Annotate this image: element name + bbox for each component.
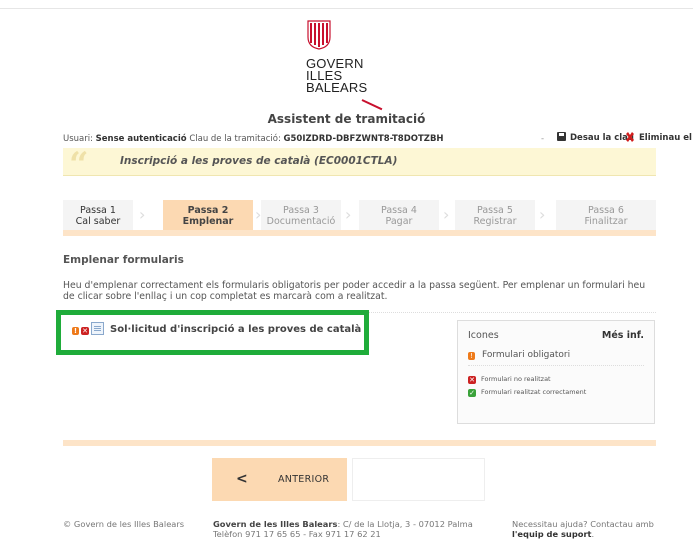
done-check-icon: ✓ [468, 389, 476, 397]
red-cross-icon [626, 132, 634, 142]
userbar-separator: - [541, 134, 545, 144]
key-value: G50IZDRD-DBFZWNT8-T8DOTZBH [283, 134, 444, 144]
delete-procedure-button[interactable]: Eliminau el tràmit [625, 132, 693, 143]
coat-of-arms-icon [307, 20, 331, 50]
mandatory-icon: ! [468, 352, 475, 360]
user-label: Usuari: [63, 134, 93, 144]
not-done-icon: ✕ [468, 376, 476, 384]
steps-underline [63, 230, 656, 236]
previous-button[interactable]: < ANTERIOR [212, 458, 347, 501]
logo-red-slash [361, 99, 383, 111]
footer-help: Necessitau ajuda? Contactau amb l'equip … [512, 519, 654, 539]
chevron-right-icon: › [345, 205, 352, 224]
key-label: Clau de la tramitació: [189, 134, 281, 144]
section-intro: Heu d'emplenar correctament els formular… [63, 280, 646, 302]
step-2[interactable]: Passa 2 Emplenar [163, 200, 253, 230]
step-1[interactable]: Passa 1 Cal saber [63, 200, 133, 230]
section-title: Emplenar formularis [63, 254, 184, 266]
procedure-banner: “ Inscripció a les proves de català (EC0… [63, 148, 656, 182]
floppy-disk-icon [557, 132, 566, 141]
chevron-right-icon: › [539, 205, 546, 224]
user-value: Sense autenticació [95, 134, 187, 144]
steps-bar: Passa 1 Cal saber › Passa 2 Emplenar › P… [63, 200, 656, 230]
step-3: Passa 3 Documentació [261, 200, 341, 230]
logo-wordmark: GOVERN ILLES BALEARS [306, 56, 368, 95]
footer-copyright: © Govern de les Illes Balears [63, 519, 185, 529]
chevron-right-icon: › [443, 205, 450, 224]
legend-divider [468, 365, 644, 366]
previous-label: ANTERIOR [278, 474, 330, 485]
highlight-box [56, 310, 369, 355]
legend-done: ✓ Formulari realitzat correctament [468, 388, 587, 397]
user-info: Usuari: Sense autenticació Clau de la tr… [63, 134, 444, 144]
more-info-link[interactable]: Més inf. [602, 330, 644, 341]
footer-address: Govern de les Illes Balears: C/ de la Ll… [213, 519, 473, 539]
step-5: Passa 5 Registrar [455, 200, 535, 230]
chevron-right-icon: › [139, 205, 146, 224]
procedure-title: Inscripció a les proves de català (EC000… [120, 155, 398, 167]
legend-mandatory: ! Formulari obligatori [468, 350, 570, 360]
next-button-placeholder [352, 458, 485, 501]
top-divider [0, 8, 693, 9]
icons-legend: Icones Més inf. ! Formulari obligatori ✕ F… [457, 320, 655, 424]
chevron-left-icon: < [236, 471, 248, 487]
app-title: Assistent de tramitació [267, 112, 426, 126]
govern-logo: GOVERN ILLES BALEARS [306, 20, 396, 111]
content-bottom-bar [63, 440, 656, 446]
user-bar: Usuari: Sense autenticació Clau de la tr… [63, 132, 693, 146]
legend-not-done: ✕ Formulari no realitzat [468, 375, 551, 384]
step-6: Passa 6 Finalitzar [556, 200, 656, 230]
support-team-link[interactable]: l'equip de suport [512, 529, 592, 539]
legend-title: Icones [468, 330, 499, 341]
quote-icon: “ [69, 145, 89, 185]
save-key-button[interactable]: Desau la clau [557, 132, 634, 143]
step-4: Passa 4 Pagar [359, 200, 439, 230]
